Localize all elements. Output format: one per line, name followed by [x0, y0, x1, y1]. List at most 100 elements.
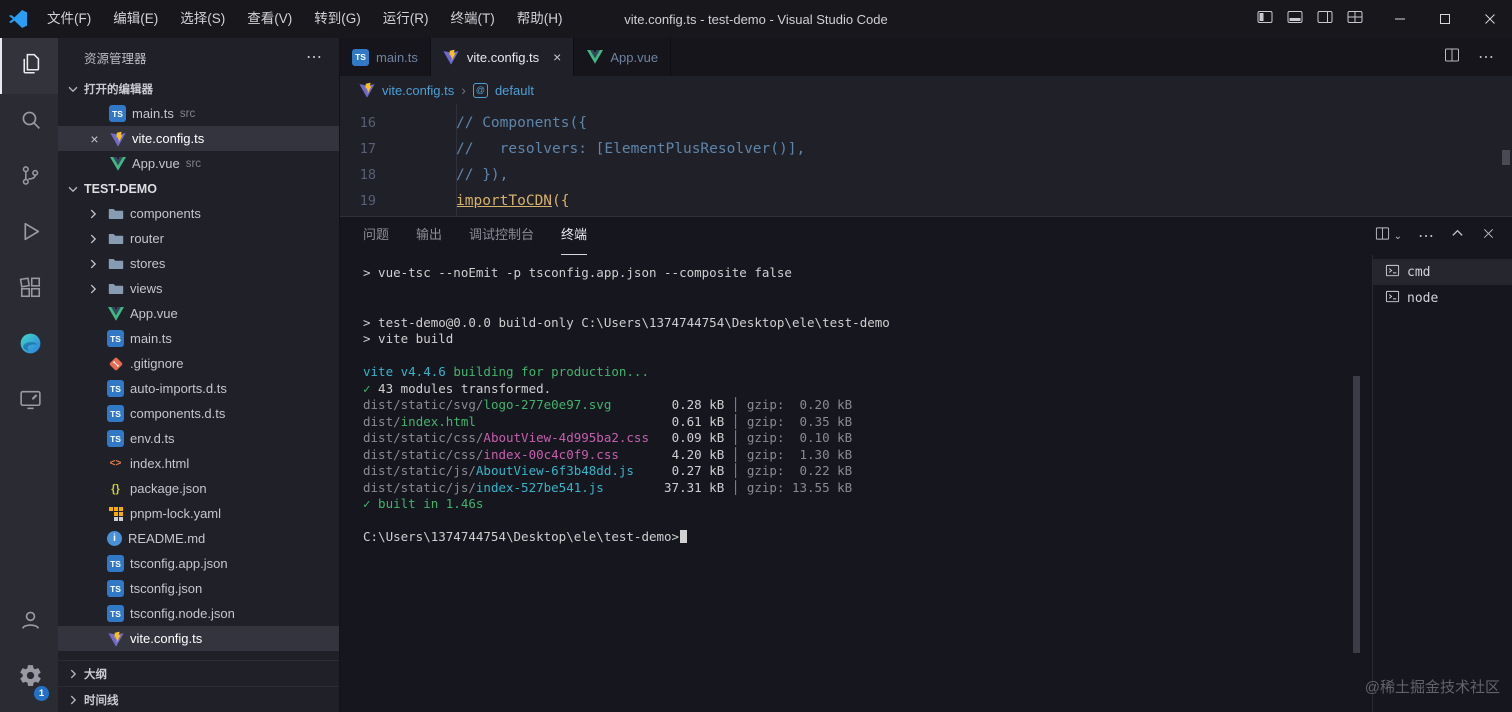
activity-devtools-button[interactable] — [0, 374, 58, 430]
tree-item-package-json[interactable]: {} package.json — [58, 476, 339, 501]
code-editor[interactable]: 16 // Components({17 // resolvers: [Elemen… — [340, 104, 1512, 216]
tree-item-index-html[interactable]: <> index.html — [58, 451, 339, 476]
menu-h[interactable]: 帮助(H) — [506, 0, 574, 38]
tree-item-pnpm-lock-yaml[interactable]: pnpm-lock.yaml — [58, 501, 339, 526]
split-terminal-icon[interactable] — [1375, 226, 1390, 246]
terminal-session-cmd[interactable]: cmd — [1373, 259, 1512, 285]
folder-icon — [107, 205, 124, 222]
close-panel-icon[interactable] — [1481, 226, 1496, 246]
open-editor-main-ts[interactable]: TS main.ts src — [58, 101, 339, 126]
tree-item-vite-config-ts[interactable]: vite.config.ts — [58, 626, 339, 651]
tree-item-components-d-ts[interactable]: TS components.d.ts — [58, 401, 339, 426]
open-editor-app-vue[interactable]: App.vue src — [58, 151, 339, 176]
panel-tab-[interactable]: 终端 — [561, 217, 588, 255]
close-icon[interactable]: × — [86, 130, 103, 147]
maximize-button[interactable] — [1422, 0, 1467, 38]
editor-tab-main-ts[interactable]: TS main.ts — [340, 38, 431, 76]
tree-item-router[interactable]: router — [58, 226, 339, 251]
customize-layout-icon[interactable] — [1347, 9, 1363, 30]
panel-tab-[interactable]: 调试控制台 — [469, 217, 534, 255]
item-label: .gitignore — [130, 356, 184, 371]
editor-tab-app-vue[interactable]: App.vue — [574, 38, 672, 76]
terminal-profile-dropdown-icon[interactable]: ⌄ — [1394, 231, 1402, 242]
tree-item-views[interactable]: views — [58, 276, 339, 301]
activity-edge-tools-button[interactable] — [0, 318, 58, 374]
project-section-header[interactable]: TEST-DEMO — [58, 176, 339, 201]
tree-item-env-d-ts[interactable]: TS env.d.ts — [58, 426, 339, 451]
tree-item-components[interactable]: components — [58, 201, 339, 226]
item-label: README.md — [128, 531, 206, 546]
terminal-output[interactable]: > vue-tsc --noEmit -p tsconfig.app.json … — [340, 255, 1372, 712]
tree-item-tsconfig-app-json[interactable]: TS tsconfig.app.json — [58, 551, 339, 576]
code-line: 18 // }), — [340, 162, 1512, 188]
more-actions-icon[interactable]: ⋯ — [306, 47, 323, 67]
terminal-scrollbar[interactable] — [1353, 376, 1360, 653]
activity-search-button[interactable] — [0, 94, 58, 150]
chevron-slot — [84, 480, 101, 497]
terminal-icon — [1385, 289, 1400, 308]
menu-f[interactable]: 文件(F) — [36, 0, 102, 38]
activity-account-button[interactable] — [0, 594, 58, 650]
timeline-section-header[interactable]: 时间线 — [58, 686, 339, 712]
breadcrumb-file[interactable]: vite.config.ts — [382, 83, 454, 98]
close-tab-icon[interactable]: × — [553, 49, 561, 65]
minimize-button[interactable] — [1377, 0, 1422, 38]
file-detail: src — [179, 107, 196, 120]
terminal-line: vite v4.4.6 building for production... — [363, 364, 649, 379]
maximize-panel-icon[interactable] — [1450, 226, 1465, 246]
ts-icon: TS — [109, 105, 126, 122]
menu-s[interactable]: 选择(S) — [169, 0, 236, 38]
panel-tab-[interactable]: 输出 — [416, 217, 442, 255]
vite-icon — [443, 49, 460, 66]
terminal-sessions-list: cmd node — [1372, 255, 1512, 712]
activity-run-debug-button[interactable] — [0, 206, 58, 262]
tree-item-main-ts[interactable]: TS main.ts — [58, 326, 339, 351]
ts-icon: TS — [107, 330, 124, 347]
open-editor-vite-config-ts[interactable]: × vite.config.ts — [58, 126, 339, 151]
activity-settings-button[interactable]: 1 — [0, 650, 58, 706]
activity-source-control-button[interactable] — [0, 150, 58, 206]
tree-item-stores[interactable]: stores — [58, 251, 339, 276]
tree-item-app-vue[interactable]: App.vue — [58, 301, 339, 326]
panel-tab-[interactable]: 问题 — [363, 217, 389, 255]
outline-section-header[interactable]: 大纲 — [58, 660, 339, 686]
menu-t[interactable]: 终端(T) — [440, 0, 506, 38]
panel-more-actions-icon[interactable]: ⋯ — [1418, 226, 1434, 246]
tree-item-tsconfig-json[interactable]: TS tsconfig.json — [58, 576, 339, 601]
tree-item-auto-imports-d-ts[interactable]: TS auto-imports.d.ts — [58, 376, 339, 401]
activity-extensions-button[interactable] — [0, 262, 58, 318]
menu-g[interactable]: 转到(G) — [303, 0, 372, 38]
file-name: vite.config.ts — [132, 131, 205, 146]
tree-item-tsconfig-node-json[interactable]: TS tsconfig.node.json — [58, 601, 339, 626]
item-label: App.vue — [130, 306, 178, 321]
terminal-session-node[interactable]: node — [1373, 285, 1512, 311]
editor-more-actions-icon[interactable]: ⋯ — [1478, 47, 1494, 67]
menu-e[interactable]: 编辑(E) — [102, 0, 169, 38]
titlebar: 文件(F) 编辑(E) 选择(S) 查看(V) 转到(G) 运行(R) 终端(T) 帮助(H)… — [0, 0, 1512, 38]
activity-explorer-button[interactable] — [0, 38, 58, 94]
panel-header: 问题 输出 调试控制台 终端 ⌄ ⋯ — [340, 217, 1512, 255]
terminal-line: dist/index.html 0.61 kB │ gzip: 0.35 kB — [363, 413, 853, 429]
vite-icon — [358, 82, 375, 99]
breadcrumb-symbol[interactable]: default — [495, 83, 534, 98]
split-editor-icon[interactable] — [1444, 47, 1460, 68]
menu-v[interactable]: 查看(V) — [236, 0, 303, 38]
tree-item-readme-md[interactable]: i README.md — [58, 526, 339, 551]
close-window-button[interactable] — [1467, 0, 1512, 38]
toggle-panel-icon[interactable] — [1287, 9, 1303, 30]
editor-scrollbar[interactable] — [1502, 150, 1510, 165]
open-editors-section-header[interactable]: 打开的编辑器 — [58, 76, 339, 101]
chevron-slot — [84, 380, 101, 397]
watermark: @稀土掘金技术社区 — [1364, 679, 1500, 696]
toggle-sidebar-icon[interactable] — [1257, 9, 1273, 30]
item-label: router — [130, 231, 164, 246]
item-label: tsconfig.json — [130, 581, 203, 596]
editor-tab-vite-config-ts[interactable]: vite.config.ts × — [430, 38, 575, 76]
menu-r[interactable]: 运行(R) — [372, 0, 440, 38]
json-icon: {} — [111, 482, 120, 495]
toggle-secondary-sidebar-icon[interactable] — [1317, 9, 1333, 30]
tree-item-gitignore[interactable]: .gitignore — [58, 351, 339, 376]
chevron-right-icon: › — [461, 82, 466, 98]
terminal-line: ✓ built in 1.46s — [363, 496, 484, 511]
